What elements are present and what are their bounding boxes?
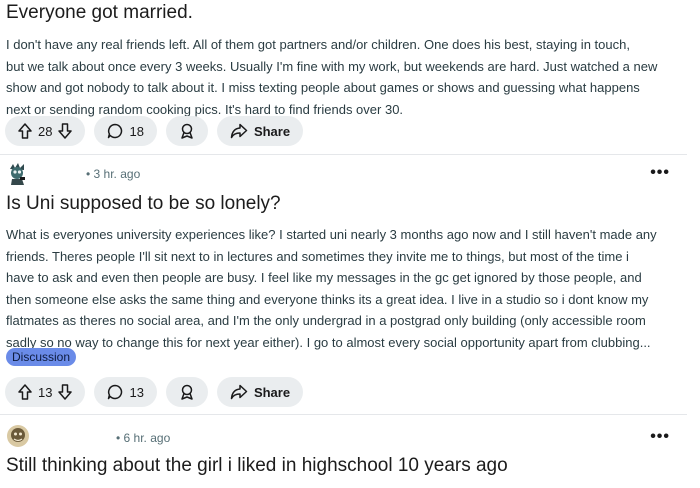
- comments-button[interactable]: 18: [94, 116, 157, 146]
- post-meta: • 3 hr. ago: [86, 167, 140, 181]
- post-divider: [0, 154, 687, 155]
- post-meta: • 6 hr. ago: [116, 431, 170, 445]
- post-body-line: sadly so no way to change this for next …: [6, 334, 651, 350]
- downvote-icon[interactable]: [58, 123, 73, 139]
- more-options-icon[interactable]: •••: [650, 428, 670, 446]
- upvote-icon[interactable]: [18, 384, 32, 400]
- post-body[interactable]: What is everyones university experiences…: [6, 224, 681, 353]
- post-body-line: but we talk about once every 3 weeks. Us…: [6, 58, 658, 74]
- vote-control: 13: [5, 377, 86, 407]
- post-body[interactable]: I don't have any real friends left. All …: [6, 34, 681, 120]
- avatar[interactable]: [6, 161, 30, 185]
- share-icon: [230, 123, 248, 139]
- share-button[interactable]: Share: [216, 377, 304, 407]
- post-body-line: show and got nobody to talk about it. I …: [6, 80, 640, 95]
- share-button[interactable]: Share: [216, 116, 304, 146]
- post-time: • 3 hr. ago: [86, 167, 141, 181]
- share-label: Share: [253, 123, 291, 139]
- comment-icon: [107, 384, 123, 400]
- comment-count: 13: [129, 384, 144, 400]
- vote-count: 13: [38, 384, 53, 400]
- post-body-line: then someone else asks the same thing an…: [6, 291, 649, 307]
- post-actions: 28 18 Share: [5, 116, 304, 148]
- downvote-icon[interactable]: [58, 384, 73, 400]
- vote-control: 28: [5, 116, 86, 146]
- award-icon: [179, 384, 195, 400]
- post-body-line: What is everyones university experiences…: [6, 227, 657, 242]
- post-time: • 6 hr. ago: [116, 431, 171, 445]
- share-label: Share: [253, 384, 291, 400]
- flair-badge[interactable]: Discussion: [6, 348, 77, 366]
- post-body-line: friends. Theres people I'll sit next to …: [6, 248, 629, 264]
- vote-count: 28: [38, 123, 53, 139]
- comments-button[interactable]: 13: [94, 377, 157, 407]
- comment-icon: [107, 123, 123, 139]
- share-icon: [230, 384, 248, 400]
- post-body-line: flatmates as theres no social area, and …: [6, 313, 646, 328]
- avatar[interactable]: [6, 424, 30, 448]
- post-title[interactable]: Is Uni supposed to be so lonely?: [6, 193, 281, 215]
- post-body-line: I don't have any real friends left. All …: [6, 37, 630, 52]
- post-title[interactable]: Still thinking about the girl i liked in…: [6, 455, 508, 477]
- award-icon: [179, 123, 195, 139]
- comment-count: 18: [129, 123, 144, 139]
- post-divider: [0, 414, 687, 415]
- post-title[interactable]: Everyone got married.: [6, 2, 193, 24]
- award-button[interactable]: [165, 116, 208, 146]
- post-body-line: have to ask and even then people are bus…: [6, 270, 642, 285]
- award-button[interactable]: [165, 377, 208, 407]
- upvote-icon[interactable]: [18, 123, 32, 139]
- post-actions: 13 13 Share: [5, 377, 304, 409]
- more-options-icon[interactable]: •••: [650, 164, 670, 182]
